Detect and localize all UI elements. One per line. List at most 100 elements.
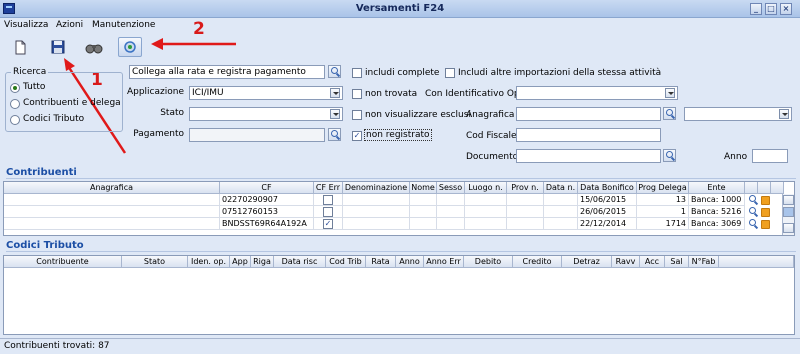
row-search-icon[interactable]	[749, 195, 759, 205]
col-ente[interactable]: Ente	[689, 182, 745, 194]
cell-cf[interactable]: 02270290907	[220, 194, 314, 206]
contribuenti-grid[interactable]: Anagrafica CF CF Err Denominazione Nome …	[3, 181, 795, 236]
cell-sesso	[437, 218, 465, 230]
cell-ente[interactable]: Banca: 5216	[689, 206, 745, 218]
chevron-down-icon[interactable]	[779, 109, 789, 119]
applicazione-select[interactable]: ICI/IMU	[189, 86, 343, 100]
radio-tutto[interactable]	[10, 83, 20, 93]
includi-complete-checkbox[interactable]	[352, 68, 362, 78]
col-nfab[interactable]: N°Fab	[689, 256, 719, 268]
radio-contribuenti-delega-label: Contribuenti e delega	[23, 98, 121, 108]
cod-fiscale-field[interactable]	[516, 128, 661, 142]
non-registrato-checkbox[interactable]: ✓	[352, 131, 362, 141]
anno-field[interactable]	[752, 149, 788, 163]
contribuenti-divider	[6, 178, 796, 179]
cell-prog-delega[interactable]: 1	[637, 206, 689, 218]
cell-data-n	[544, 218, 578, 230]
col-data-risc[interactable]: Data risc	[274, 256, 326, 268]
cell-denominazione	[343, 206, 410, 218]
cell-data-bonifico[interactable]: 15/06/2015	[578, 194, 637, 206]
cell-prog-delega[interactable]: 1714	[637, 218, 689, 230]
col-anno-err[interactable]: Anno Err	[424, 256, 464, 268]
row-folder-icon[interactable]	[761, 220, 770, 229]
pagamento-search-icon[interactable]	[328, 128, 341, 141]
cell-cf-err[interactable]	[314, 206, 343, 218]
cell-luogo	[465, 206, 507, 218]
stato-select[interactable]	[189, 107, 343, 121]
codici-tributo-grid[interactable]: Contribuente Stato Iden. op. App Riga Da…	[3, 255, 795, 335]
cell-ente[interactable]: Banca: 3069	[689, 218, 745, 230]
chevron-down-icon[interactable]	[330, 88, 340, 98]
identificativo-select[interactable]	[516, 86, 678, 100]
col-contribuente[interactable]: Contribuente	[4, 256, 122, 268]
cell-cf[interactable]: 07512760153	[220, 206, 314, 218]
cell-ente[interactable]: Banca: 1000	[689, 194, 745, 206]
row-folder-icon[interactable]	[761, 196, 770, 205]
anagrafica-field[interactable]	[516, 107, 661, 121]
col-luogo-n[interactable]: Luogo n.	[465, 182, 507, 194]
col-iden-op[interactable]: Iden. op.	[188, 256, 230, 268]
col-ravv[interactable]: Ravv	[612, 256, 640, 268]
table-row[interactable]	[4, 218, 220, 230]
cell-cf-err[interactable]: ✓	[314, 218, 343, 230]
scroll-down-icon[interactable]	[783, 223, 794, 233]
col-stato[interactable]: Stato	[122, 256, 188, 268]
col-prov-n[interactable]: Prov n.	[507, 182, 544, 194]
cell-data-bonifico[interactable]: 26/06/2015	[578, 206, 637, 218]
chevron-down-icon[interactable]	[330, 109, 340, 119]
col-acc[interactable]: Acc	[640, 256, 665, 268]
anagrafica-search-icon[interactable]	[663, 107, 676, 120]
cod-fiscale-label: Cod Fiscale	[466, 131, 517, 141]
row-folder-icon[interactable]	[761, 208, 770, 217]
non-trovata-checkbox[interactable]	[352, 89, 362, 99]
col-sal[interactable]: Sal	[665, 256, 689, 268]
con-identificativo-label: Con Identificativo Op	[425, 89, 520, 99]
table-row[interactable]	[4, 206, 220, 218]
col-prog-delega[interactable]: Prog Delega	[637, 182, 689, 194]
col-rata[interactable]: Rata	[366, 256, 396, 268]
radio-codici-tributo[interactable]	[10, 115, 20, 125]
col-data-bonifico[interactable]: Data Bonifico	[578, 182, 637, 194]
col-riga[interactable]: Riga	[251, 256, 274, 268]
col-debito[interactable]: Debito	[464, 256, 513, 268]
col-anagrafica[interactable]: Anagrafica	[4, 182, 220, 194]
col-sesso[interactable]: Sesso	[437, 182, 465, 194]
col-anno[interactable]: Anno	[396, 256, 424, 268]
col-cf[interactable]: CF	[220, 182, 314, 194]
documento-label: Documento	[466, 152, 519, 162]
anagrafica-select[interactable]	[684, 107, 792, 121]
cf-err-checkbox[interactable]	[323, 195, 333, 205]
cell-nome	[410, 218, 437, 230]
cell-luogo	[465, 218, 507, 230]
cell-cf[interactable]: BNDSST69R64A192A	[220, 218, 314, 230]
col-cod-trib[interactable]: Cod Trib	[326, 256, 366, 268]
col-nome[interactable]: Nome	[410, 182, 437, 194]
col-app[interactable]: App	[230, 256, 251, 268]
radio-contribuenti-delega[interactable]	[10, 99, 20, 109]
stato-label: Stato	[160, 108, 184, 118]
col-cf-err[interactable]: CF Err	[314, 182, 343, 194]
includi-altre-checkbox[interactable]	[445, 68, 455, 78]
action-combo[interactable]: Collega alla rata e registra pagamento	[129, 65, 325, 79]
cell-data-bonifico[interactable]: 22/12/2014	[578, 218, 637, 230]
scroll-thumb[interactable]	[783, 207, 794, 217]
scroll-up-icon[interactable]	[783, 195, 794, 205]
action-search-icon[interactable]	[328, 65, 341, 78]
cell-prog-delega[interactable]: 13	[637, 194, 689, 206]
col-credito[interactable]: Credito	[513, 256, 562, 268]
pagamento-field[interactable]	[189, 128, 325, 142]
col-detraz[interactable]: Detraz	[562, 256, 612, 268]
status-bar	[0, 338, 800, 354]
row-search-icon[interactable]	[749, 207, 759, 217]
non-visualizzare-checkbox[interactable]	[352, 110, 362, 120]
col-data-n[interactable]: Data n.	[544, 182, 578, 194]
documento-search-icon[interactable]	[663, 149, 676, 162]
chevron-down-icon[interactable]	[665, 88, 675, 98]
cf-err-checkbox-checked[interactable]: ✓	[323, 219, 333, 229]
table-row[interactable]	[4, 194, 220, 206]
cell-cf-err[interactable]	[314, 194, 343, 206]
col-denominazione[interactable]: Denominazione	[343, 182, 410, 194]
documento-field[interactable]	[516, 149, 661, 163]
cf-err-checkbox[interactable]	[323, 207, 333, 217]
row-search-icon[interactable]	[749, 219, 759, 229]
